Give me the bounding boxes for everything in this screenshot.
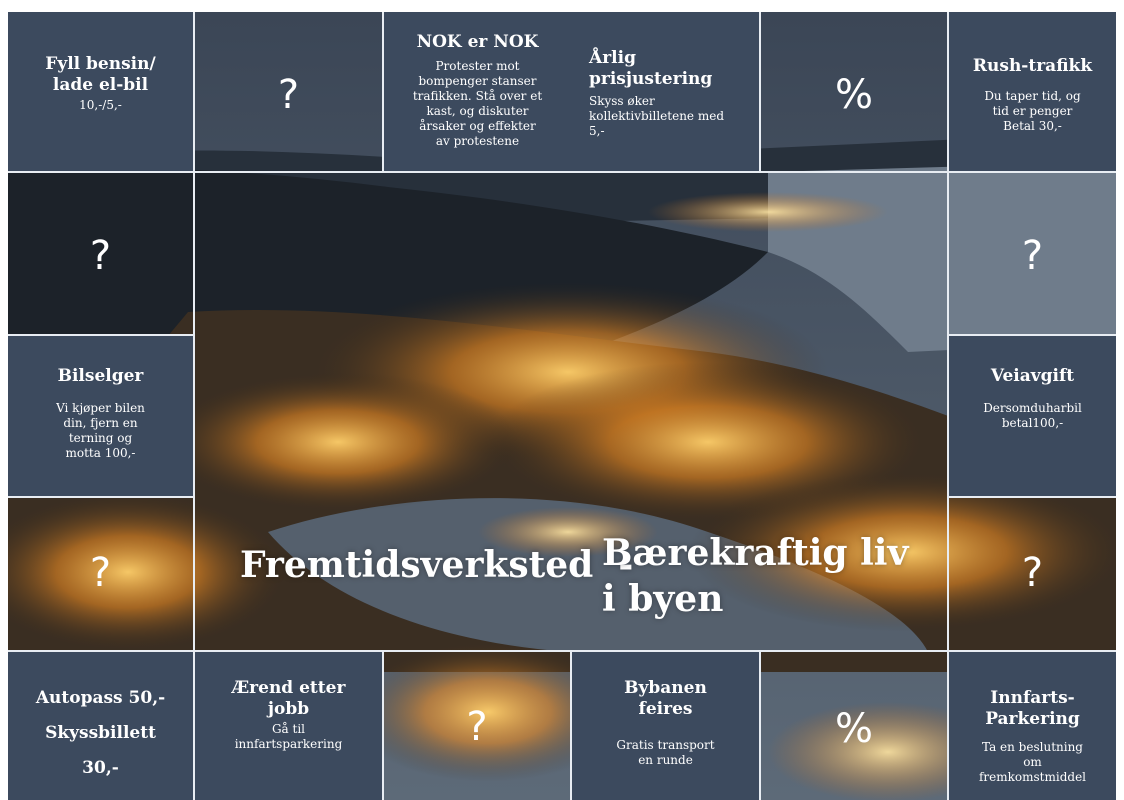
space-chance[interactable]: ? [8,498,193,650]
space-title: Årlig prisjustering [589,48,713,89]
space-text: Ta en beslutning om fremkomstmiddel [978,740,1087,784]
space-rush-traffic[interactable]: Rush-trafikk Du taper tid, og tid er pen… [949,12,1116,171]
question-mark-icon: ? [466,704,488,750]
space-chance[interactable]: ? [949,173,1116,334]
space-title: Ærend etter jobb [231,678,346,719]
question-mark-icon: ? [89,550,112,596]
board-title-part1: Fremtidsverksted - [240,544,634,586]
game-board: Fyll bensin/ lade el-bil 10,-/5,- ? NOK … [8,12,1116,800]
space-title: Bilselger [57,366,144,386]
space-car-dealer[interactable]: Bilselger Vi kjøper bilen din, fjern en … [8,336,193,496]
space-title: Bybanen feires [624,678,707,719]
space-text: Gratis transport en runde [616,738,715,767]
space-title: Fyll bensin/ lade el-bil [45,54,156,95]
space-line: Skyssbillett [45,723,156,743]
space-chance[interactable]: ? [949,498,1116,650]
space-title: Innfarts-Parkering [985,688,1080,729]
question-mark-icon: ? [89,233,112,279]
space-title: Veiavgift [990,366,1075,386]
space-chance[interactable]: ? [8,173,193,334]
space-light-rail-celebration[interactable]: Bybanen feires Gratis transport en runde [572,652,759,800]
space-text: Dersomduharbil betal100,- [983,401,1082,430]
percent-icon: % [834,706,873,752]
space-text: Du taper tid, og tid er penger Betal 30,… [984,89,1081,133]
space-chance[interactable]: ? [195,12,382,171]
question-mark-icon: ? [1021,550,1044,596]
board-title-part3: i byen [602,578,724,620]
space-title: Rush-trafikk [972,56,1093,76]
question-mark-icon: ? [277,72,300,118]
space-chance[interactable]: ? [384,652,570,800]
space-text: Skyss øker kollektivbilletene med 5,- [589,94,725,138]
space-text: 10,-/5,- [79,98,122,112]
space-text: Gå til innfartsparkering [234,722,343,751]
space-park-and-ride[interactable]: Innfarts-Parkering Ta en beslutning om f… [949,652,1116,800]
space-text: Protester mot bompenger stanser trafikke… [412,59,543,148]
space-fuel-charge[interactable]: Fyll bensin/ lade el-bil 10,-/5,- [8,12,193,171]
space-errand-after-work[interactable]: Ærend etter jobb Gå til innfartsparkerin… [195,652,382,800]
space-nok-er-nok[interactable]: NOK er NOK Protester mot bompenger stans… [384,12,571,171]
space-percent[interactable]: % [761,12,947,171]
space-text: Vi kjøper bilen din, fjern en terning og… [56,401,145,460]
question-mark-icon: ? [1021,233,1044,279]
percent-icon: % [834,72,873,118]
space-road-toll[interactable]: Veiavgift Dersomduharbil betal100,- [949,336,1116,496]
space-line: 30,- [82,758,119,778]
space-line: Autopass 50,- [35,688,166,708]
space-percent[interactable]: % [761,652,947,800]
board-title-part2: Bærekraftig liv [602,532,909,574]
space-annual-price-adjustment[interactable]: Årlig prisjustering Skyss øker kollektiv… [571,12,759,171]
space-title: NOK er NOK [416,32,539,52]
grid-line [193,172,195,652]
space-autopass-ticket[interactable]: Autopass 50,- Skyssbillett 30,- [8,652,193,800]
